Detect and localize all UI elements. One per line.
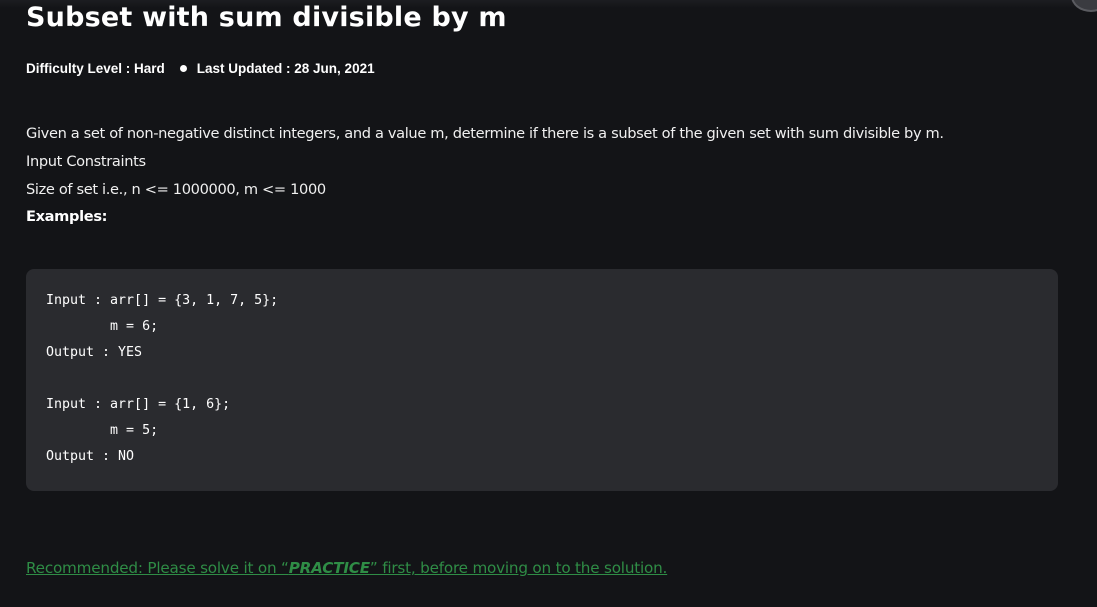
corner-button[interactable] <box>1071 0 1097 12</box>
last-updated: Last Updated : 28 Jun, 2021 <box>196 61 375 76</box>
code-line: Output : NO <box>46 449 135 464</box>
practice-label: PRACTICE <box>288 559 370 577</box>
code-line: Input : arr[] = {1, 6}; <box>46 397 231 412</box>
code-line: Input : arr[] = {3, 1, 7, 5}; <box>46 293 279 308</box>
practice-link[interactable]: Recommended: Please solve it on “PRACTIC… <box>26 559 667 577</box>
problem-statement: Given a set of non-negative distinct int… <box>26 125 944 142</box>
examples-heading: Examples: <box>26 208 108 225</box>
code-line: m = 6; <box>46 319 159 334</box>
article-meta: Difficulty Level : Hard Last Updated : 2… <box>26 61 375 76</box>
difficulty-level: Difficulty Level : Hard <box>26 61 165 76</box>
constraints-text: Size of set i.e., n <= 1000000, m <= 100… <box>26 181 326 198</box>
code-line: Output : YES <box>46 345 143 360</box>
page-title: Subset with sum divisible by m <box>26 2 507 33</box>
recommend-text-after: ” first, before moving on to the solutio… <box>369 559 668 577</box>
constraints-heading: Input Constraints <box>26 153 146 170</box>
bullet-dot-icon <box>179 65 187 72</box>
code-line: m = 5; <box>46 423 159 438</box>
code-example-block: Input : arr[] = {3, 1, 7, 5}; m = 6; Out… <box>26 269 1058 491</box>
recommend-text-before: Recommended: Please solve it on “ <box>26 559 289 577</box>
